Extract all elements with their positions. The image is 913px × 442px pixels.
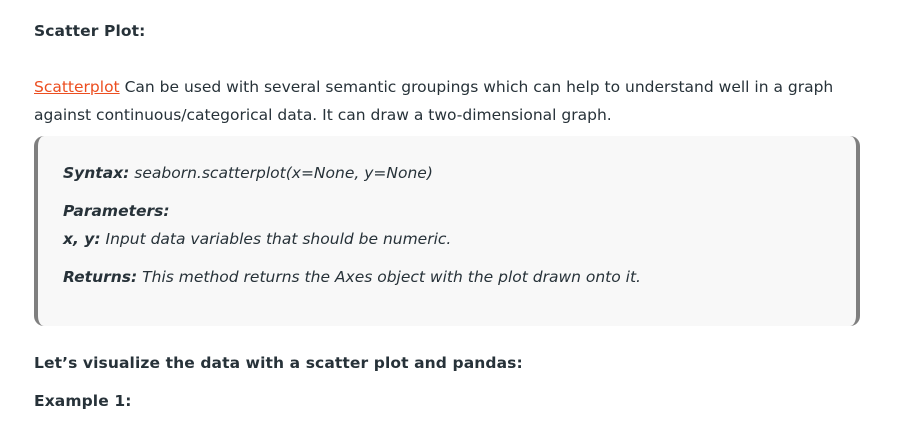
param-name: x, y:: [63, 230, 101, 248]
returns-line: Returns: This method returns the Axes ob…: [63, 268, 641, 286]
returns-desc: This method returns the Axes object with…: [137, 268, 641, 286]
param-xy-line: x, y: Input data variables that should b…: [63, 230, 451, 248]
syntax-box: Syntax: seaborn.scatterplot(x=None, y=No…: [34, 136, 860, 326]
syntax-label: Syntax:: [63, 164, 130, 182]
example-heading: Example 1:: [34, 392, 132, 410]
visualize-heading: Let’s visualize the data with a scatter …: [34, 354, 523, 372]
intro-paragraph: Scatterplot Can be used with several sem…: [34, 73, 860, 129]
syntax-value: seaborn.scatterplot(x=None, y=None): [129, 164, 433, 182]
scatterplot-link[interactable]: Scatterplot: [34, 78, 120, 96]
returns-label: Returns:: [63, 268, 138, 286]
intro-text: Can be used with several semantic groupi…: [34, 78, 834, 124]
param-desc: Input data variables that should be nume…: [100, 230, 452, 248]
parameters-label: Parameters:: [63, 202, 170, 220]
syntax-line: Syntax: seaborn.scatterplot(x=None, y=No…: [63, 164, 433, 182]
parameters-line: Parameters:: [63, 202, 170, 220]
section-title: Scatter Plot:: [34, 22, 146, 40]
